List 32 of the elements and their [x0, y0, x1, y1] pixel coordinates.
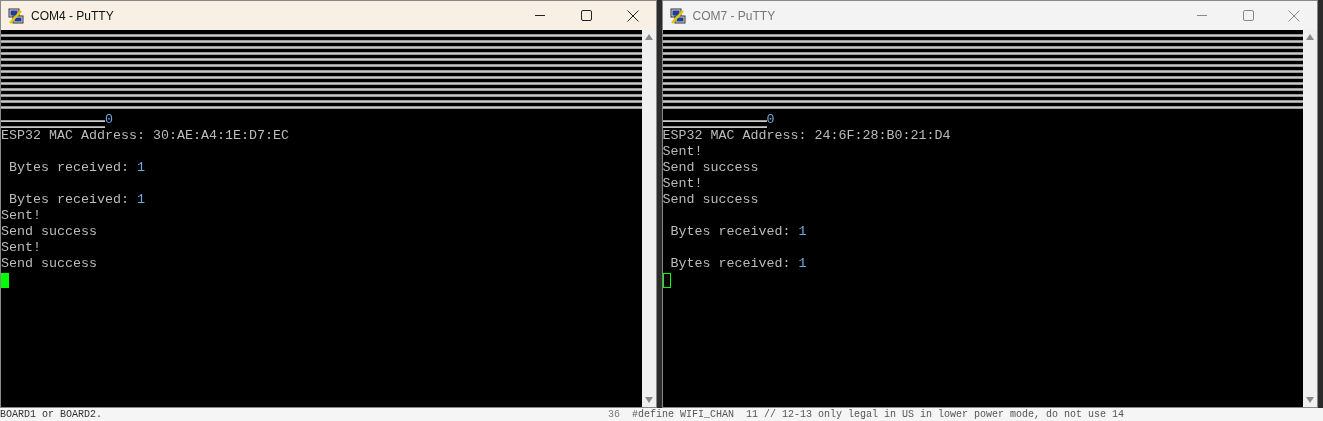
terminal-line: Bytes received: 1 [669, 224, 808, 240]
terminal-line: Send success [662, 192, 760, 208]
scroll-down-icon[interactable] [644, 397, 653, 403]
scroll-down-icon[interactable] [1306, 397, 1314, 403]
window-title: COM7 - PuTTY [692, 8, 777, 23]
maximize-icon [581, 10, 592, 21]
terminal-line: Sent! [662, 144, 704, 160]
window-title: COM4 - PuTTY [31, 8, 115, 23]
terminal-line: Sent! [1, 208, 42, 224]
close-icon [626, 9, 639, 22]
close-icon [1288, 9, 1300, 22]
terminal-line: Send success [1, 256, 98, 272]
maximize-icon [1242, 10, 1254, 21]
terminal-line: Send success [1, 224, 98, 240]
terminal-line: Bytes received: 1 [8, 192, 146, 208]
terminal-line: Send success [662, 160, 760, 176]
terminal-line: Bytes received: 1 [669, 256, 808, 272]
scroll-up-icon[interactable] [644, 34, 653, 40]
terminal-line: 0 [105, 112, 113, 128]
terminal-line: ESP32 MAC Address: 24:6F:28:B0:21:D4 [662, 128, 952, 144]
scrollbar[interactable] [1303, 30, 1317, 407]
terminal-line: 0 [766, 112, 775, 128]
putty-icon [668, 6, 687, 25]
terminal-line: ESP32 MAC Address: 30:AE:A4:1E:D7:EC [1, 128, 290, 144]
scroll-up-icon[interactable] [1306, 34, 1314, 40]
terminal-line: Sent! [1, 240, 42, 256]
editor-text: BOARD1 or BOARD2. [0, 408, 104, 421]
code-line: #define WIFI_CHAN 11 // 12-13 only legal in US in lower power mode, do not use 14 [632, 408, 1125, 421]
line-number: 36 [607, 408, 621, 421]
putty-icon [7, 6, 25, 25]
terminal-line: Sent! [662, 176, 704, 192]
terminal-line: Bytes received: 1 [8, 160, 146, 176]
